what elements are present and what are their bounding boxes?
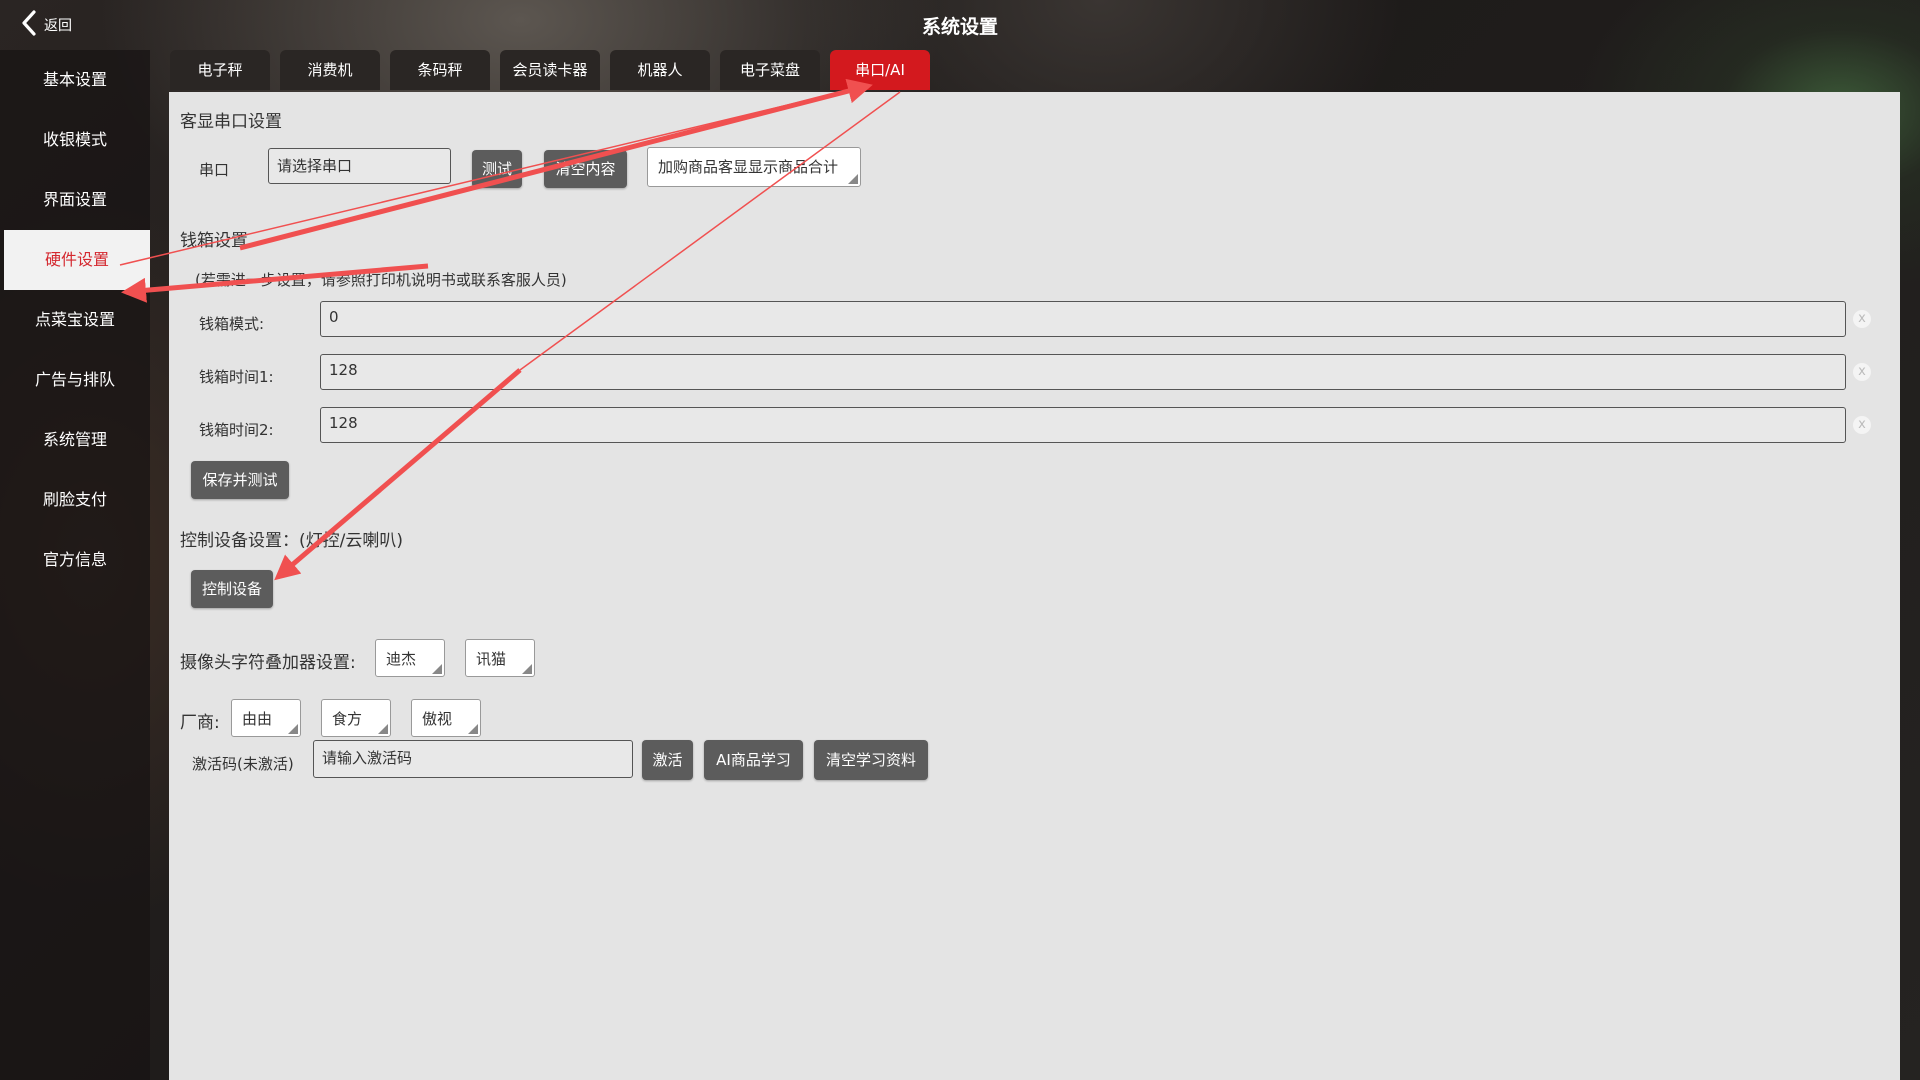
annotation-arrow — [239, 78, 873, 251]
annotation-arrow — [121, 263, 429, 303]
annotation-arrows — [119, 78, 901, 581]
annotation-line — [519, 91, 901, 371]
annotation-arrow — [274, 368, 522, 581]
